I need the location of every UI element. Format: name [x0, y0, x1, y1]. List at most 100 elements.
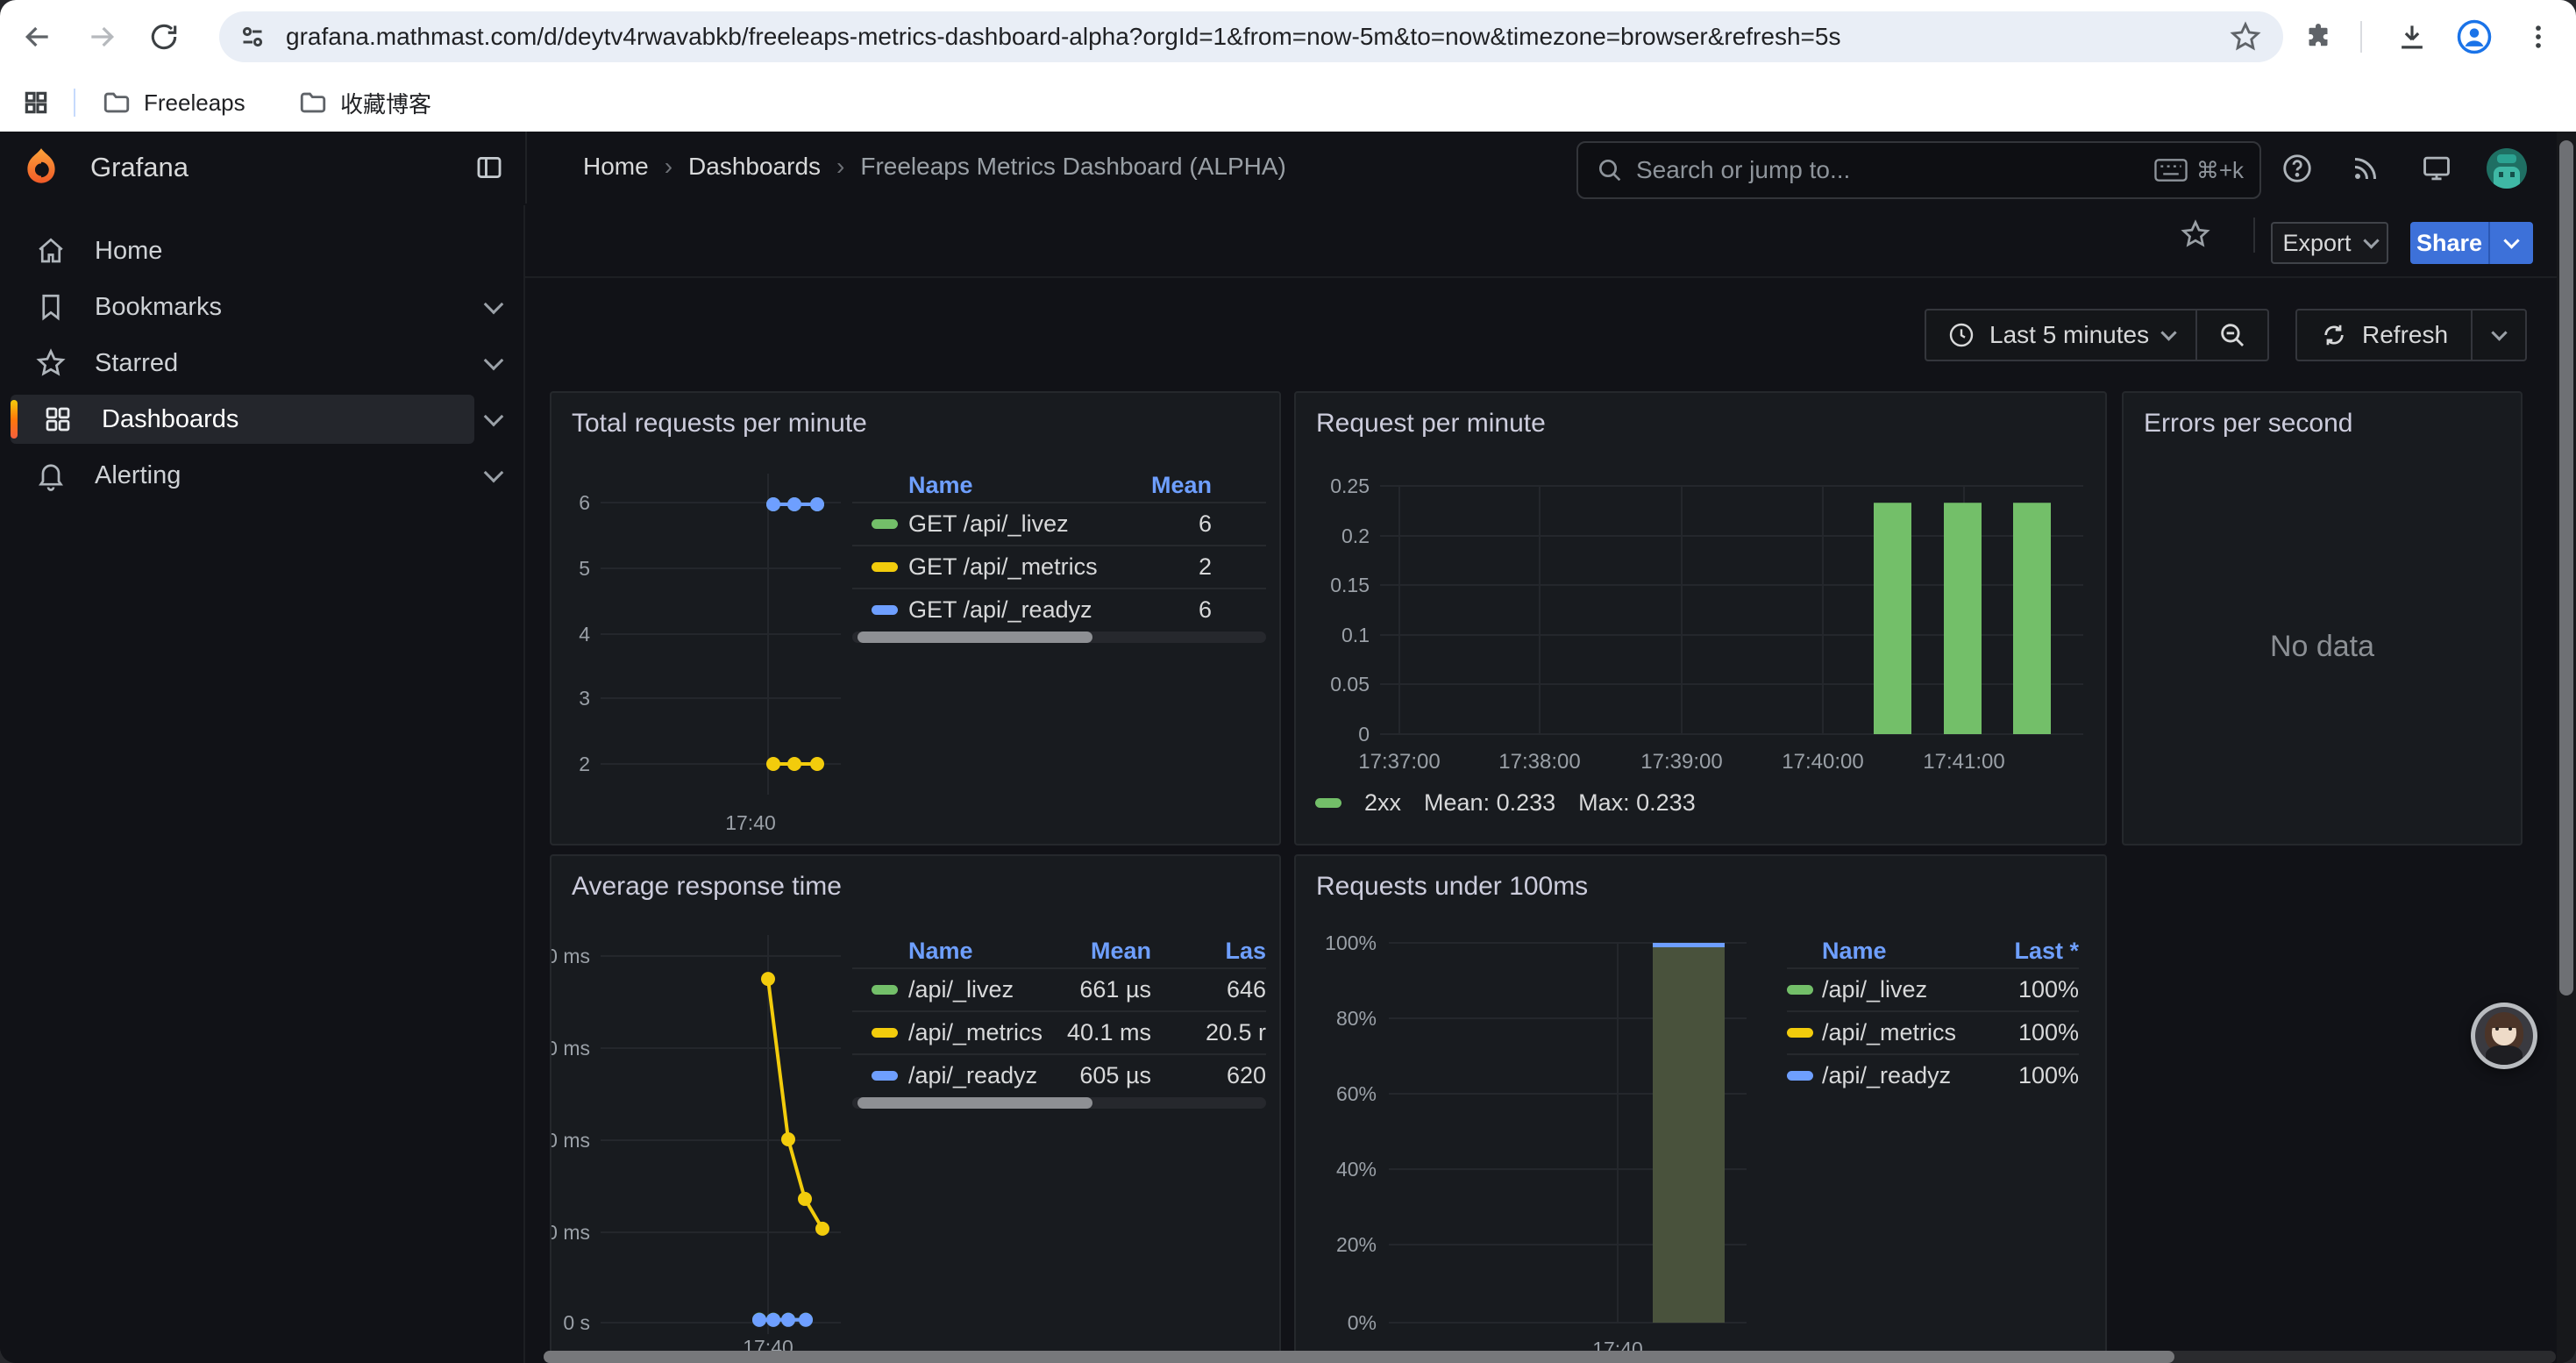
breadcrumb-separator: › — [836, 153, 844, 181]
downloads-button[interactable] — [2392, 17, 2432, 57]
series-name[interactable]: GET /api/_livez — [908, 510, 1069, 538]
breadcrumb-item[interactable]: Home — [583, 153, 649, 181]
search-placeholder: Search or jump to... — [1636, 156, 2154, 184]
folder-icon — [298, 88, 328, 118]
sidebar-nav: Home Bookmarks Starred Dashboards Alerting — [0, 205, 525, 1363]
dashboard-toolbar: Export Share — [525, 205, 2576, 278]
series-color-pill — [872, 1028, 898, 1038]
table-header[interactable]: Name — [908, 472, 973, 499]
table-row[interactable]: GET /api/_livez6 — [852, 502, 1266, 545]
table-row[interactable]: /api/_readyz605 µs620 — [852, 1053, 1266, 1096]
chart-legend: 2xx Mean: 0.233 Max: 0.233 — [1315, 789, 1696, 817]
series-color-pill — [872, 562, 898, 572]
panel-errors-per-second[interactable]: Errors per second No data — [2122, 391, 2523, 846]
share-menu-button[interactable] — [2490, 222, 2533, 264]
profile-button[interactable] — [2454, 17, 2494, 57]
table-row[interactable]: GET /api/_readyz6 — [852, 588, 1266, 631]
sidebar-item-label: Home — [95, 237, 162, 266]
panel-request-per-minute[interactable]: Request per minute 0.250.20.150.10.05017… — [1294, 391, 2107, 846]
table-row[interactable]: /api/_metrics100% — [1787, 1010, 2079, 1053]
star-dashboard-button[interactable] — [2175, 214, 2216, 254]
legend-series[interactable]: 2xx — [1364, 789, 1401, 817]
series-name[interactable]: GET /api/_metrics — [908, 553, 1098, 581]
sidebar-item-starred[interactable]: Starred — [11, 339, 474, 388]
zoom-out-button[interactable] — [2197, 310, 2267, 360]
series-name[interactable]: /api/_metrics — [1822, 1019, 1956, 1046]
panel-collapse-icon — [474, 153, 504, 182]
table-header[interactable]: Mean — [1091, 938, 1151, 965]
sidebar-item-bookmarks[interactable]: Bookmarks — [11, 282, 474, 332]
series-name[interactable]: /api/_readyz — [1822, 1062, 1951, 1089]
table-row[interactable]: /api/_metrics40.1 ms20.5 r — [852, 1010, 1266, 1053]
table-header[interactable]: Name — [908, 938, 973, 965]
refresh-group: Refresh — [2295, 309, 2527, 361]
extensions-button[interactable] — [2298, 17, 2338, 57]
panel-total-requests[interactable]: Total requests per minute 6543217:40 Nam… — [550, 391, 1281, 846]
news-button[interactable] — [2345, 148, 2386, 189]
breadcrumb: Home›Dashboards›Freeleaps Metrics Dashbo… — [583, 153, 1286, 181]
table-scrollbar[interactable] — [852, 632, 1266, 643]
refresh-button[interactable]: Refresh — [2297, 310, 2471, 360]
star-icon — [35, 347, 67, 379]
time-range-button[interactable]: Last 5 minutes — [1926, 310, 2195, 360]
time-range-label: Last 5 minutes — [1989, 321, 2149, 349]
bookmark-star-icon[interactable] — [2208, 20, 2283, 54]
series-color-pill — [1787, 985, 1813, 995]
request-per-minute-chart: 0.250.20.150.10.05017:37:0017:38:0017:39… — [1296, 393, 2109, 847]
assistant-avatar-button[interactable] — [2471, 1003, 2537, 1069]
sidebar-item-dashboards[interactable]: Dashboards — [11, 395, 474, 444]
scrollbar-thumb[interactable] — [544, 1351, 2174, 1363]
table-header[interactable]: Las — [1225, 938, 1266, 965]
table-scrollbar[interactable] — [852, 1097, 1266, 1109]
series-name[interactable]: /api/_livez — [908, 976, 1014, 1003]
sidebar-item-label: Dashboards — [102, 405, 238, 434]
zoom-out-icon — [2217, 320, 2247, 350]
site-settings-icon[interactable] — [219, 21, 286, 53]
back-button[interactable] — [18, 17, 58, 57]
forward-button[interactable] — [82, 17, 122, 57]
refresh-interval-button[interactable] — [2473, 310, 2525, 360]
folder-icon — [102, 88, 132, 118]
expand-chevron-icon[interactable] — [474, 303, 513, 311]
series-name[interactable]: /api/_readyz — [908, 1062, 1037, 1089]
table-row[interactable]: /api/_readyz100% — [1787, 1053, 2079, 1096]
kebab-menu-icon — [2523, 22, 2553, 52]
scrollbar-thumb[interactable] — [2559, 140, 2573, 995]
breadcrumb-item[interactable]: Dashboards — [688, 153, 821, 181]
sidebar-item-alerting[interactable]: Alerting — [11, 451, 474, 500]
chrome-menu-button[interactable] — [2520, 17, 2557, 57]
series-name[interactable]: GET /api/_readyz — [908, 596, 1092, 624]
url-text[interactable]: grafana.mathmast.com/d/deytv4rwavabkb/fr… — [286, 23, 2208, 51]
bookmarks-bar: Freeleaps 收藏博客 — [0, 74, 2576, 132]
panel-title[interactable]: Errors per second — [2144, 409, 2352, 439]
expand-chevron-icon[interactable] — [474, 415, 513, 424]
table-header[interactable]: Last * — [2014, 938, 2079, 965]
expand-chevron-icon[interactable] — [474, 359, 513, 368]
sidebar-item-home[interactable]: Home — [11, 226, 513, 275]
apps-grid-button[interactable] — [16, 82, 56, 123]
kiosk-mode-button[interactable] — [2416, 148, 2457, 189]
table-row[interactable]: /api/_livez661 µs646 — [852, 967, 1266, 1010]
user-avatar[interactable] — [2487, 148, 2527, 189]
panel-requests-under-100ms[interactable]: Requests under 100ms 100%80%60%40%20%0%1… — [1294, 854, 2107, 1363]
share-button[interactable]: Share — [2410, 222, 2488, 264]
expand-chevron-icon[interactable] — [474, 471, 513, 480]
export-button[interactable]: Export — [2271, 222, 2388, 264]
table-header[interactable]: Mean — [1151, 472, 1212, 499]
dock-menu-button[interactable] — [469, 147, 509, 188]
series-name[interactable]: /api/_livez — [1822, 976, 1927, 1003]
search-box[interactable]: Search or jump to... ⌘+k — [1576, 141, 2261, 199]
bookmark-folder-freeleaps[interactable]: Freeleaps — [102, 84, 246, 121]
series-name[interactable]: /api/_metrics — [908, 1019, 1042, 1046]
address-bar[interactable]: grafana.mathmast.com/d/deytv4rwavabkb/fr… — [219, 11, 2283, 62]
back-arrow-icon — [20, 19, 55, 54]
bookmark-folder-blogs[interactable]: 收藏博客 — [298, 84, 431, 121]
reload-button[interactable] — [144, 17, 184, 57]
panel-average-response-time[interactable]: Average response time 80 ms60 ms40 ms20 … — [550, 854, 1281, 1363]
horizontal-scrollbar[interactable] — [544, 1351, 2556, 1363]
help-button[interactable] — [2277, 148, 2317, 189]
table-header[interactable]: Name — [1822, 938, 1887, 965]
table-row[interactable]: GET /api/_metrics2 — [852, 545, 1266, 588]
table-row[interactable]: /api/_livez100% — [1787, 967, 2079, 1010]
vertical-scrollbar[interactable] — [2557, 132, 2576, 1363]
